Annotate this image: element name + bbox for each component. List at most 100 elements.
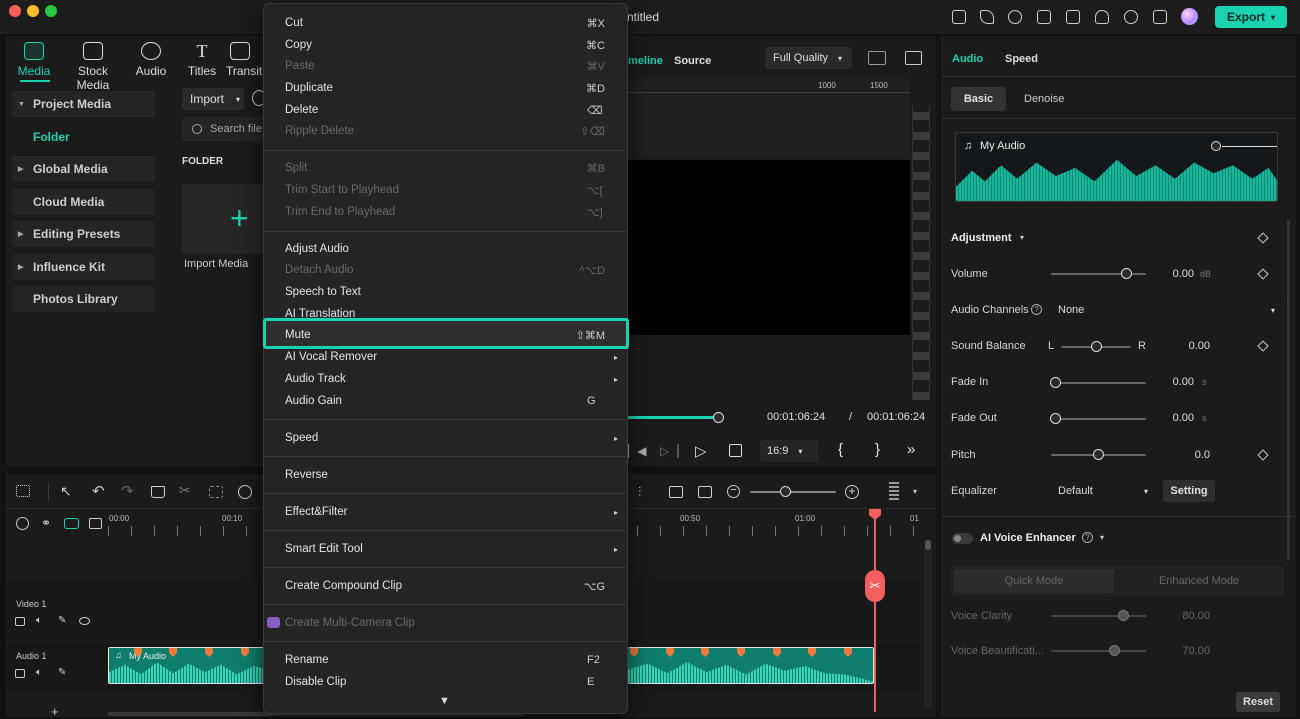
library-project-media[interactable]: ▼ Project Media bbox=[12, 91, 155, 117]
tab-timeline-preview[interactable]: meline bbox=[628, 55, 663, 67]
redo-icon[interactable]: ↷ bbox=[121, 482, 134, 500]
tab-source-preview[interactable]: Source bbox=[674, 55, 711, 67]
delete-icon[interactable] bbox=[151, 486, 165, 498]
more-arrows-icon[interactable]: » bbox=[907, 441, 915, 458]
sound-balance-value[interactable]: 0.00 bbox=[1166, 340, 1210, 352]
fade-in-value[interactable]: 0.00 bbox=[1150, 376, 1194, 388]
menu-item-ripple-delete[interactable]: Ripple Delete ⇧⌫ bbox=[285, 121, 605, 141]
menu-item-paste[interactable]: Paste ⌘V bbox=[285, 56, 605, 76]
menu-item-cut[interactable]: Cut ⌘X bbox=[285, 13, 605, 33]
undo-icon[interactable]: ↶ bbox=[92, 482, 105, 500]
link-icon[interactable] bbox=[64, 518, 79, 529]
playhead[interactable] bbox=[874, 512, 876, 712]
scissors-icon[interactable]: ✂ bbox=[865, 570, 885, 602]
next-frame-icon[interactable]: ▷▕ bbox=[660, 444, 678, 458]
voice-beautification-slider[interactable] bbox=[1051, 650, 1146, 652]
menu-item-ai-vocal-remover[interactable]: AI Vocal Remover ▸ bbox=[285, 347, 618, 367]
zoom-out-icon[interactable]: − bbox=[727, 485, 740, 498]
save-icon[interactable] bbox=[1066, 10, 1080, 24]
lock-icon[interactable] bbox=[15, 617, 25, 626]
speaker-icon[interactable]: 🔈︎ bbox=[36, 667, 42, 678]
minimize-window-button[interactable] bbox=[27, 5, 39, 17]
fade-handle[interactable] bbox=[1211, 141, 1221, 151]
stop-icon[interactable] bbox=[729, 444, 742, 457]
tab-media[interactable]: Media bbox=[4, 42, 64, 78]
quality-dropdown[interactable]: Full Quality ▾ bbox=[765, 47, 852, 69]
volume-knob[interactable] bbox=[1121, 268, 1132, 279]
export-button[interactable]: Export ▾ bbox=[1215, 6, 1287, 28]
menu-item-adjust-audio[interactable]: Adjust Audio bbox=[285, 239, 605, 259]
fade-out-value[interactable]: 0.00 bbox=[1150, 412, 1194, 424]
cloud-upload-icon[interactable] bbox=[1095, 10, 1109, 24]
tab-titles[interactable]: T Titles bbox=[172, 42, 232, 78]
menu-item-trim-start-to-playhead[interactable]: Trim Start to Playhead ⌥[ bbox=[285, 180, 605, 200]
voice-clarity-value[interactable]: 80.00 bbox=[1166, 610, 1210, 622]
track-manager-icon[interactable] bbox=[89, 518, 102, 529]
library-influence-kit[interactable]: ▶ Influence Kit bbox=[12, 254, 155, 280]
tab-audio-props[interactable]: Audio bbox=[952, 53, 983, 65]
chevron-down-icon[interactable]: ▾ bbox=[1020, 233, 1024, 242]
help-icon[interactable]: ? bbox=[1031, 304, 1042, 315]
pitch-knob[interactable] bbox=[1093, 449, 1104, 460]
magic-icon[interactable]: ✎ bbox=[58, 667, 66, 678]
menu-item-duplicate[interactable]: Duplicate ⌘D bbox=[285, 78, 605, 98]
lock-icon[interactable] bbox=[15, 669, 25, 678]
menu-item-delete[interactable]: Delete ⌫ bbox=[285, 100, 605, 120]
fit-icon[interactable] bbox=[698, 486, 712, 498]
enhanced-mode-button[interactable]: Enhanced Mode bbox=[1117, 569, 1281, 593]
voice-beautification-knob[interactable] bbox=[1109, 645, 1120, 656]
tab-transitions[interactable]: Transiti bbox=[226, 42, 266, 78]
track-height-icon[interactable] bbox=[889, 482, 899, 500]
unlink-icon[interactable]: ⚭ bbox=[41, 516, 51, 530]
search-input[interactable]: Search file bbox=[182, 117, 264, 141]
menu-item-create-multi-camera-clip[interactable]: Create Multi-Camera Clip bbox=[267, 613, 605, 633]
library-photos-library[interactable]: Photos Library bbox=[12, 286, 155, 312]
fade-out-knob[interactable] bbox=[1050, 413, 1061, 424]
zoom-knob[interactable] bbox=[780, 486, 791, 497]
voice-beautification-value[interactable]: 70.00 bbox=[1166, 645, 1210, 657]
fade-in-knob[interactable] bbox=[1050, 377, 1061, 388]
chevron-down-icon[interactable]: ▾ bbox=[1100, 533, 1104, 542]
equalizer-dropdown[interactable]: Default ▾ bbox=[1050, 480, 1156, 502]
import-dropdown[interactable]: Import ▾ bbox=[182, 88, 244, 110]
library-folder[interactable]: Folder bbox=[12, 124, 155, 150]
close-window-button[interactable] bbox=[9, 5, 21, 17]
speed-icon[interactable] bbox=[238, 485, 252, 499]
progress-knob[interactable] bbox=[713, 412, 724, 423]
help-icon[interactable]: ? bbox=[1082, 532, 1093, 543]
library-global-media[interactable]: ▶ Global Media bbox=[12, 156, 155, 182]
adjustment-header[interactable]: Adjustment bbox=[951, 232, 1012, 244]
settings-icon[interactable] bbox=[16, 517, 29, 530]
menu-item-speed[interactable]: Speed ▸ bbox=[285, 428, 618, 448]
quick-mode-button[interactable]: Quick Mode bbox=[954, 569, 1114, 593]
speaker-icon[interactable]: 🔈︎ bbox=[36, 615, 42, 626]
voice-clarity-knob[interactable] bbox=[1118, 610, 1129, 621]
zoom-slider[interactable] bbox=[750, 491, 836, 493]
menu-item-audio-track[interactable]: Audio Track ▸ bbox=[285, 369, 618, 389]
tab-speed-props[interactable]: Speed bbox=[1005, 53, 1038, 65]
audio-clip[interactable]: ♫ My Audio bbox=[108, 647, 264, 684]
menu-item-split[interactable]: Split ⌘B bbox=[285, 158, 605, 178]
menu-item-disable-clip[interactable]: Disable Clip E bbox=[285, 672, 605, 692]
gift-icon[interactable] bbox=[952, 10, 966, 24]
subtab-basic[interactable]: Basic bbox=[951, 87, 1006, 111]
menu-item-reverse[interactable]: Reverse bbox=[285, 465, 605, 485]
support-icon[interactable] bbox=[1124, 10, 1138, 24]
equalizer-setting-button[interactable]: Setting bbox=[1163, 480, 1215, 502]
pitch-value[interactable]: 0.0 bbox=[1166, 449, 1210, 461]
scroll-down-icon[interactable]: ▼ bbox=[439, 695, 450, 707]
fade-out-slider[interactable] bbox=[1051, 418, 1146, 420]
add-track-button[interactable]: + bbox=[51, 705, 59, 718]
menu-item-mute[interactable]: Mute ⇧⌘M bbox=[285, 325, 605, 345]
timeline-vscroll[interactable] bbox=[924, 538, 932, 708]
eye-icon[interactable] bbox=[79, 617, 90, 625]
layout-icon[interactable] bbox=[16, 485, 30, 497]
prev-frame-icon[interactable]: ▏◀ bbox=[628, 444, 646, 458]
select-tool-icon[interactable]: ↖ bbox=[60, 483, 72, 500]
mark-out-button[interactable]: } bbox=[875, 441, 880, 458]
headphone-icon[interactable] bbox=[1008, 10, 1022, 24]
grid-view-icon[interactable] bbox=[868, 51, 886, 65]
library-editing-presets[interactable]: ▶ Editing Presets bbox=[12, 221, 155, 247]
chevron-down-icon[interactable]: ▾ bbox=[913, 487, 917, 496]
library-cloud-media[interactable]: Cloud Media bbox=[12, 189, 155, 215]
